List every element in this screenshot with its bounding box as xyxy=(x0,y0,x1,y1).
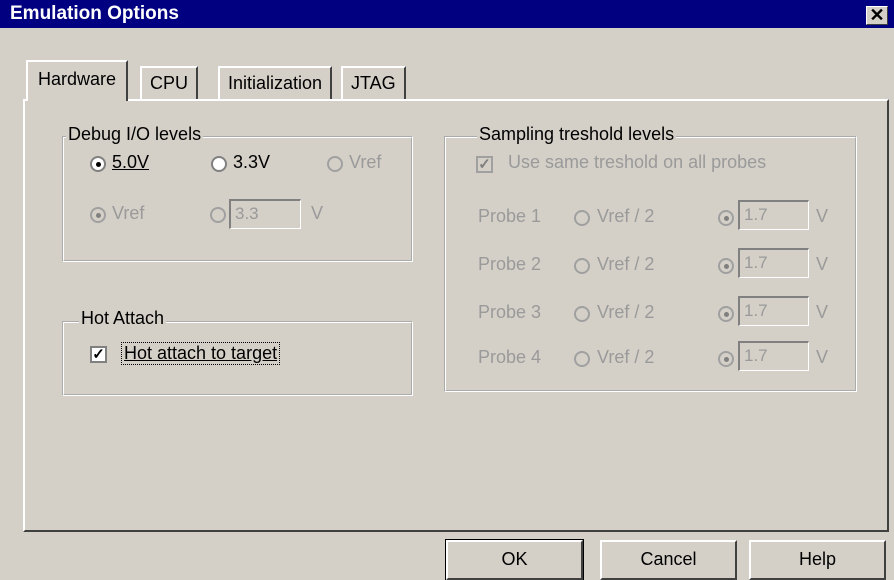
probe-unit: V xyxy=(816,206,829,226)
radio-5v[interactable] xyxy=(90,156,106,172)
probe-vref-label[interactable]: Vref / 2 xyxy=(597,302,654,323)
probe-vref-label[interactable]: Vref / 2 xyxy=(597,206,654,227)
probe-value-radio[interactable] xyxy=(718,258,734,274)
radio-vref-source[interactable] xyxy=(90,207,106,223)
probe-unit: V xyxy=(816,347,829,367)
probe-value-radio[interactable] xyxy=(718,306,734,322)
radio-3v3[interactable] xyxy=(211,156,227,172)
close-button[interactable]: ✕ xyxy=(866,6,888,25)
probe-vref-label[interactable]: Vref / 2 xyxy=(597,254,654,275)
radio-custom-voltage[interactable] xyxy=(210,207,226,223)
same-treshold-label[interactable]: Use same treshold on all probes xyxy=(508,152,766,173)
probe-unit: V xyxy=(816,254,829,274)
probe-vref-radio[interactable] xyxy=(574,258,590,274)
radio-vref-label[interactable]: Vref xyxy=(349,152,381,173)
radio-vref[interactable] xyxy=(327,156,343,172)
probe-label: Probe 1 xyxy=(478,206,542,226)
probe-unit: V xyxy=(816,302,829,322)
radio-vref-source-label[interactable]: Vref xyxy=(112,203,144,224)
tab-jtag[interactable]: JTAG xyxy=(341,66,406,100)
title-bar[interactable]: Emulation Options ✕ xyxy=(0,0,894,28)
probe-vref-label[interactable]: Vref / 2 xyxy=(597,347,654,368)
help-button[interactable]: Help xyxy=(749,540,886,580)
probe-value-radio[interactable] xyxy=(718,351,734,367)
tab-hardware[interactable]: Hardware xyxy=(26,60,129,101)
custom-voltage-field[interactable]: 3.3 xyxy=(229,199,301,229)
probe-value-field[interactable]: 1.7 xyxy=(738,200,809,230)
tab-initialization[interactable]: Initialization xyxy=(218,66,333,100)
hot-attach-label[interactable]: Hot attach to target xyxy=(120,342,281,365)
probe-value-radio[interactable] xyxy=(718,210,734,226)
radio-3v3-label[interactable]: 3.3V xyxy=(233,152,270,173)
hot-attach-checkbox[interactable]: ✓ xyxy=(90,346,107,363)
probe-vref-radio[interactable] xyxy=(574,210,590,226)
debug-io-legend: Debug I/O levels xyxy=(66,124,204,145)
same-treshold-checkbox[interactable]: ✓ xyxy=(476,156,493,173)
probe-vref-radio[interactable] xyxy=(574,351,590,367)
probe-value-field[interactable]: 1.7 xyxy=(738,341,809,371)
probe-value-field[interactable]: 1.7 xyxy=(738,296,809,326)
custom-voltage-unit: V xyxy=(311,203,324,223)
radio-5v-label[interactable]: 5.0V xyxy=(112,152,149,173)
ok-button[interactable]: OK xyxy=(445,539,584,580)
hot-attach-legend: Hot Attach xyxy=(79,308,167,329)
probe-label: Probe 4 xyxy=(478,347,542,367)
probe-vref-radio[interactable] xyxy=(574,306,590,322)
probe-label: Probe 2 xyxy=(478,254,542,274)
sampling-legend: Sampling treshold levels xyxy=(477,124,677,145)
probe-label: Probe 3 xyxy=(478,302,542,322)
probe-value-field[interactable]: 1.7 xyxy=(738,248,809,278)
tab-cpu[interactable]: CPU xyxy=(140,66,199,100)
cancel-button[interactable]: Cancel xyxy=(600,540,737,580)
window-title: Emulation Options xyxy=(10,3,179,24)
